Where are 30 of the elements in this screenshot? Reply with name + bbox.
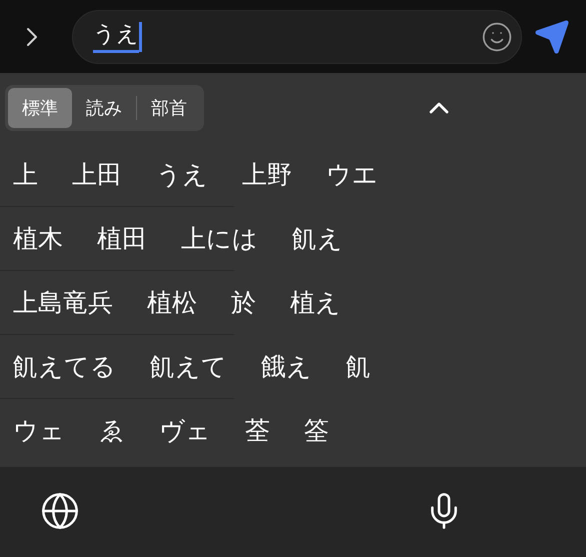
segment-tab[interactable]: 読み	[72, 88, 136, 128]
candidate-word[interactable]: 上	[13, 158, 38, 190]
smiley-icon[interactable]	[481, 20, 513, 52]
candidate-word[interactable]: 荃	[245, 415, 270, 447]
candidate-word[interactable]: 筌	[304, 415, 329, 447]
candidate-word[interactable]: 植松	[147, 286, 197, 318]
candidate-word[interactable]: 飢	[346, 350, 371, 382]
candidate-word[interactable]: 飢えて	[150, 350, 227, 382]
candidate-word[interactable]: 飢え	[292, 222, 343, 254]
candidate-word[interactable]: 於	[231, 286, 256, 318]
candidate-word[interactable]: 上には	[181, 222, 258, 254]
candidate-word[interactable]: 餓え	[261, 350, 312, 382]
candidate-word[interactable]: ウェ	[13, 415, 65, 447]
candidate-word[interactable]: 上野	[242, 158, 292, 190]
candidate-word[interactable]: ヴェ	[159, 415, 211, 447]
candidate-word[interactable]: うえ	[156, 158, 208, 190]
candidate-word[interactable]: ゑ	[99, 415, 125, 447]
candidate-word[interactable]: 植田	[97, 222, 147, 254]
text-cursor	[139, 22, 142, 52]
segment-tab[interactable]: 部首	[137, 88, 201, 128]
segment-tab[interactable]: 標準	[8, 88, 72, 128]
candidate-word[interactable]: 上田	[72, 158, 122, 190]
candidate-word[interactable]: 上島竜兵	[13, 286, 113, 318]
candidate-word[interactable]: 植え	[290, 286, 341, 318]
candidate-word[interactable]: 植木	[13, 222, 63, 254]
globe-icon[interactable]	[40, 491, 80, 531]
send-icon[interactable]	[534, 18, 570, 54]
message-field[interactable]: うえ	[72, 10, 522, 64]
candidate-word[interactable]: 飢えてる	[13, 350, 116, 382]
candidate-word[interactable]: ウエ	[326, 158, 378, 190]
